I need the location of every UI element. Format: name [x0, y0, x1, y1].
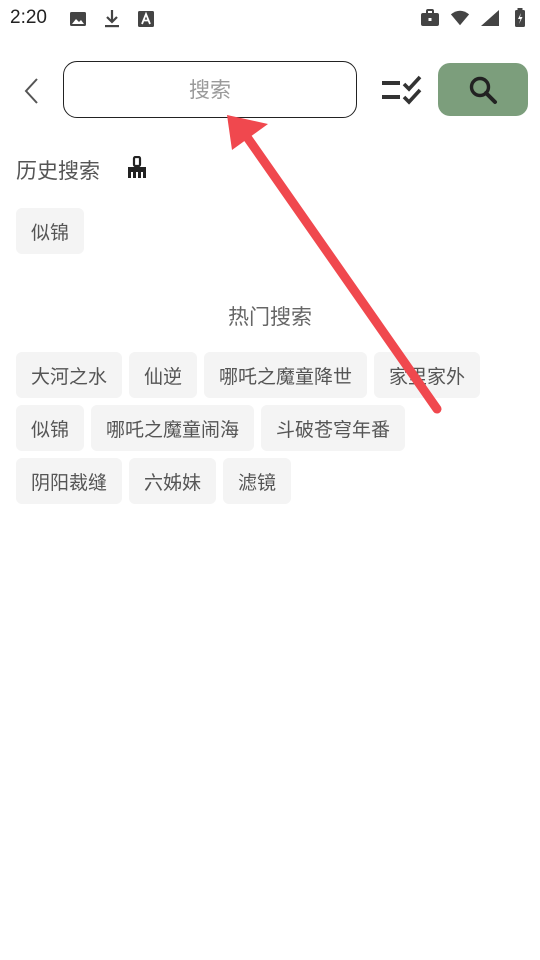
- image-icon: [68, 9, 88, 29]
- wifi-icon: [450, 8, 470, 28]
- hot-search-tag[interactable]: 六姊妹: [129, 458, 217, 504]
- font-icon: [136, 9, 156, 29]
- hot-search-tag[interactable]: 哪吒之魔童降世: [204, 352, 368, 398]
- hot-search-tag[interactable]: 大河之水: [16, 352, 123, 398]
- search-icon: [469, 76, 497, 104]
- hot-search-tag[interactable]: 斗破苍穹年番: [261, 405, 406, 451]
- list-check-button[interactable]: [380, 72, 424, 108]
- history-title: 历史搜索: [16, 159, 100, 183]
- signal-icon: [480, 8, 500, 28]
- hot-search-tag[interactable]: 哪吒之魔童闹海: [91, 405, 255, 451]
- broom-icon: [128, 156, 146, 178]
- status-time: 2:20: [10, 7, 47, 28]
- chevron-left-icon: [24, 78, 38, 104]
- status-bar: 2:20: [0, 0, 540, 38]
- battery-icon: [510, 8, 530, 28]
- search-input[interactable]: [64, 62, 356, 117]
- back-button[interactable]: [16, 74, 46, 108]
- search-box[interactable]: [63, 61, 357, 118]
- clear-history-button[interactable]: [125, 155, 149, 181]
- briefcase-icon: [420, 8, 440, 28]
- hot-search-tag[interactable]: 阴阳裁缝: [16, 458, 123, 504]
- hot-search-title: 热门搜索: [228, 305, 312, 329]
- list-check-icon: [382, 75, 422, 105]
- hot-tag-list: 大河之水 仙逆 哪吒之魔童降世 家里家外似锦 哪吒之魔童闹海 斗破苍穹年番阴阳裁缝 六姊妹滤…: [16, 352, 516, 504]
- hot-search-tag[interactable]: 似锦: [16, 405, 85, 451]
- history-tag[interactable]: 似锦: [16, 208, 85, 254]
- status-system-icons: [420, 8, 530, 28]
- hot-search-tag[interactable]: 滤镜: [223, 458, 292, 504]
- search-button[interactable]: [438, 63, 528, 116]
- history-tag-list: 似锦: [16, 208, 85, 254]
- download-icon: [102, 9, 122, 29]
- hot-search-tag[interactable]: 仙逆: [129, 352, 198, 398]
- hot-search-tag[interactable]: 家里家外: [374, 352, 481, 398]
- status-notification-icons: [68, 9, 156, 29]
